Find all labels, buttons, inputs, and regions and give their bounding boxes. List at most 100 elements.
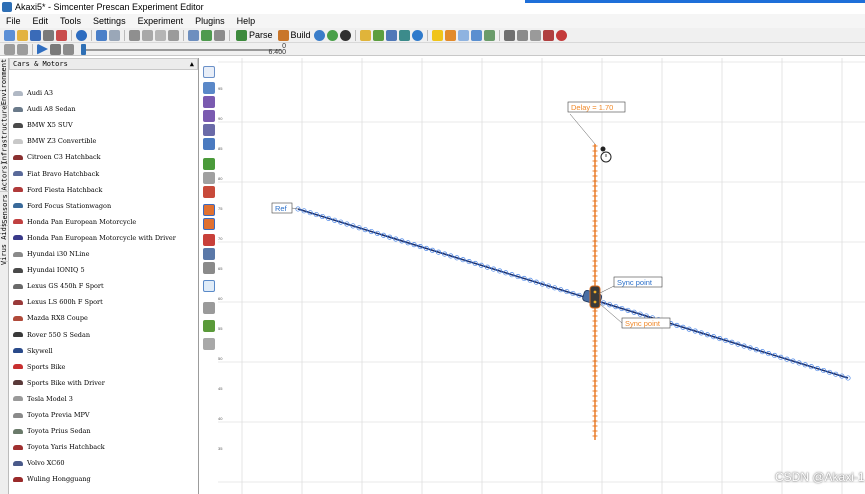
- image-icon[interactable]: [483, 29, 495, 41]
- time-slider[interactable]: [81, 43, 281, 55]
- menu-tools[interactable]: Tools: [54, 16, 87, 26]
- library-item[interactable]: Ford Fiesta Hatchback: [13, 183, 102, 197]
- library-item[interactable]: Hyundai i30 NLine: [13, 247, 89, 261]
- library-item[interactable]: Skywell: [13, 344, 53, 358]
- parse-button[interactable]: Parse: [235, 29, 273, 41]
- library-item[interactable]: Toyota Prius Sedan: [13, 424, 91, 438]
- menu-edit[interactable]: Edit: [27, 16, 55, 26]
- tab-virus-aids[interactable]: Virus Aids: [0, 222, 9, 265]
- menu-experiment[interactable]: Experiment: [132, 16, 190, 26]
- sync-icon[interactable]: [203, 218, 215, 230]
- library-item[interactable]: BMW X5 SUV: [13, 118, 73, 132]
- pan-icon[interactable]: [203, 138, 215, 150]
- chart-icon[interactable]: [359, 29, 371, 41]
- library-item[interactable]: Rover 550 S Sedan: [13, 328, 90, 342]
- zoom-in-icon[interactable]: [203, 96, 215, 108]
- camera-left-icon[interactable]: [4, 43, 15, 55]
- save-icon[interactable]: [30, 29, 41, 41]
- tab-infrastructure[interactable]: Infrastructure: [0, 105, 9, 164]
- copy-icon[interactable]: [142, 29, 153, 41]
- collapse-icon[interactable]: ▲: [190, 60, 194, 68]
- view-icon[interactable]: [516, 29, 528, 41]
- save-as-icon[interactable]: [43, 29, 54, 41]
- library-item[interactable]: Toyota Previa MPV: [13, 408, 90, 422]
- library-header[interactable]: Cars & Motors ▲: [9, 58, 198, 70]
- zoom-out-icon[interactable]: [203, 110, 215, 122]
- library-item[interactable]: Wuling Hongguang: [13, 472, 91, 486]
- camera-icon[interactable]: [470, 29, 482, 41]
- library-item[interactable]: Hyundai IONIQ 5: [13, 263, 85, 277]
- star-icon[interactable]: [431, 29, 443, 41]
- library-item[interactable]: Audi A3: [13, 86, 53, 100]
- help-icon[interactable]: [76, 29, 87, 41]
- redo-icon[interactable]: [109, 29, 120, 41]
- sensor-icon[interactable]: [398, 29, 410, 41]
- undo-icon[interactable]: [96, 29, 107, 41]
- light-icon[interactable]: [444, 29, 456, 41]
- library-item[interactable]: Mazda RX8 Coupe: [13, 311, 88, 325]
- menu-help[interactable]: Help: [231, 16, 262, 26]
- cloud-icon[interactable]: [457, 29, 469, 41]
- library-item[interactable]: Fiat Bravo Hatchback: [13, 167, 99, 181]
- measure-icon[interactable]: [529, 29, 541, 41]
- run-icon[interactable]: [326, 29, 338, 41]
- close-file-icon[interactable]: [56, 29, 67, 41]
- library-item[interactable]: Volvo XC60: [13, 456, 65, 470]
- library-item[interactable]: Sports Bike with Driver: [13, 376, 105, 390]
- speed-profile-icon[interactable]: [203, 204, 215, 216]
- table-icon[interactable]: [385, 29, 397, 41]
- trash-icon[interactable]: [542, 29, 554, 41]
- tab-actors[interactable]: Actors: [0, 164, 9, 192]
- library-item[interactable]: Lexus LS 600h F Sport: [13, 295, 103, 309]
- paste-icon[interactable]: [155, 29, 166, 41]
- tab-environment[interactable]: Environment: [0, 58, 9, 106]
- select-tool-icon[interactable]: [203, 66, 215, 78]
- menu-file[interactable]: File: [0, 16, 27, 26]
- curve-icon[interactable]: [203, 172, 215, 184]
- library-item[interactable]: Lexus GS 450h F Sport: [13, 279, 104, 293]
- library-item[interactable]: Citroen C3 Hatchback: [13, 150, 101, 164]
- play-icon[interactable]: [37, 43, 48, 55]
- open-folder-icon[interactable]: [17, 29, 28, 41]
- layers-icon[interactable]: [503, 29, 515, 41]
- scene-view[interactable]: Ref Delay = 1.70 Sync point Sync point: [218, 58, 865, 494]
- globe-icon[interactable]: [313, 29, 325, 41]
- menu-plugins[interactable]: Plugins: [189, 16, 231, 26]
- library-item[interactable]: Ford Focus Stationwagon: [13, 199, 111, 213]
- route-icon[interactable]: [203, 262, 215, 274]
- library-item[interactable]: Tesla Model 3: [13, 392, 73, 406]
- tab-sensors[interactable]: Sensors: [0, 192, 9, 226]
- waypoint-icon[interactable]: [203, 186, 215, 198]
- measure-tool-icon[interactable]: [203, 280, 215, 292]
- trigger-icon[interactable]: [203, 234, 215, 246]
- pause-icon[interactable]: [50, 43, 61, 55]
- library-item[interactable]: Honda Pan European Motorcycle with Drive…: [13, 231, 176, 245]
- link-icon[interactable]: [203, 248, 215, 260]
- angle-tool-icon[interactable]: [203, 338, 215, 350]
- camera-right-icon[interactable]: [17, 43, 28, 55]
- build-button[interactable]: Build: [277, 29, 311, 41]
- library-item[interactable]: Honda Pan European Motorcycle: [13, 215, 136, 229]
- select-all-icon[interactable]: [188, 29, 199, 41]
- align-icon[interactable]: [203, 302, 215, 314]
- delete-icon[interactable]: [168, 29, 179, 41]
- time-slider-thumb[interactable]: [81, 43, 86, 55]
- layer-tool-icon[interactable]: [203, 320, 215, 332]
- draw-path-icon[interactable]: [203, 158, 215, 170]
- world-icon[interactable]: [411, 29, 423, 41]
- library-item[interactable]: BMW Z3 Convertible: [13, 134, 96, 148]
- library-item[interactable]: Sports Bike: [13, 360, 65, 374]
- path-icon[interactable]: [372, 29, 384, 41]
- grid-icon[interactable]: [201, 29, 212, 41]
- menu-settings[interactable]: Settings: [87, 16, 132, 26]
- zoom-fit-icon[interactable]: [203, 82, 215, 94]
- zoom-area-icon[interactable]: [203, 124, 215, 136]
- record-icon[interactable]: [339, 29, 351, 41]
- rewind-icon[interactable]: [63, 43, 74, 55]
- library-item[interactable]: Audi A8 Sedan: [13, 102, 76, 116]
- edit-icon[interactable]: [214, 29, 225, 41]
- scene-canvas[interactable]: 95 90 85 80 75 70 65 60 55 50 45 40 35 Ref Delay = 1.…: [218, 58, 865, 494]
- bug-icon[interactable]: [555, 29, 567, 41]
- cut-icon[interactable]: [129, 29, 140, 41]
- library-item[interactable]: Toyota Yaris Hatchback: [13, 440, 105, 454]
